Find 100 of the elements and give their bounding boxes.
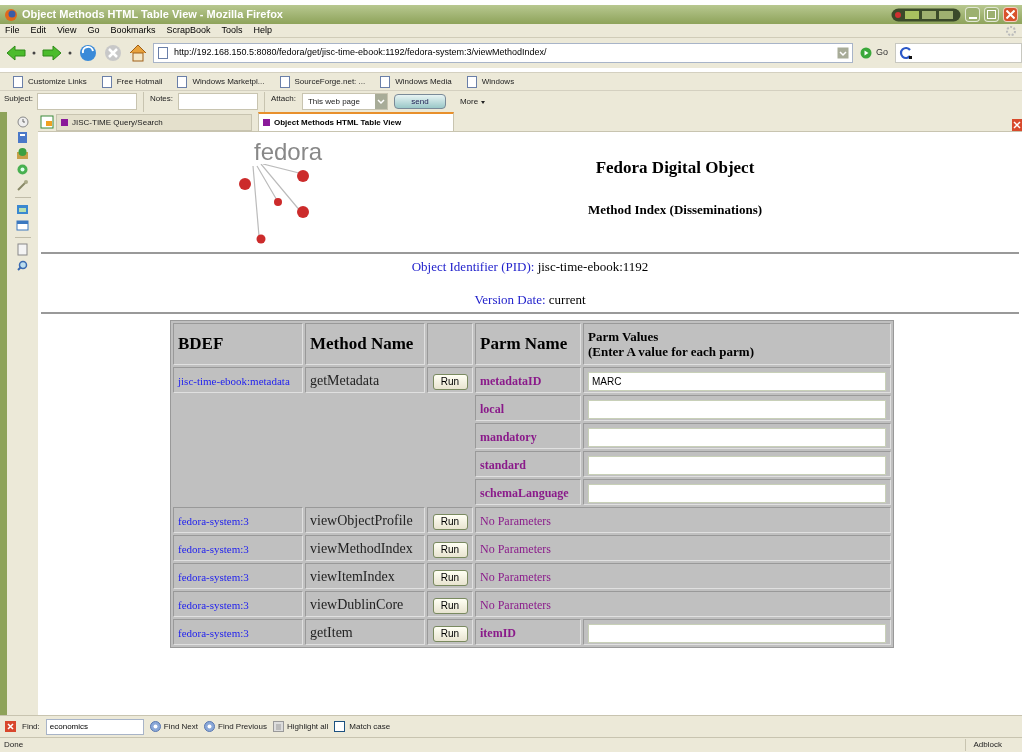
parameter-name: schemaLanguage [480,486,569,500]
menu-item[interactable]: ScrapBook [166,23,211,38]
menu-item[interactable]: File [5,23,20,38]
attach-label: Attach: [271,93,296,105]
find-previous-button[interactable]: Find Previous [204,720,267,733]
notes-field[interactable] [178,93,259,110]
parameter-input[interactable] [588,428,886,447]
bookmark-link[interactable]: Free Hotmail [100,74,163,89]
throbber-icon [1005,24,1017,37]
menu-item[interactable]: Help [253,23,272,38]
window-icon [16,219,29,232]
column-header: Parm Values (Enter A value for each parm) [588,329,754,359]
bookmark-link[interactable]: SourceForge.net: ... [278,74,366,89]
find-label: Find: [22,720,40,733]
run-button[interactable]: Run [432,514,468,530]
subject-label: Subject: [4,93,33,105]
find-next-button[interactable]: Find Next [149,720,199,733]
method-name: getMetadata [310,373,380,388]
run-button[interactable]: Run [432,542,468,558]
send-button[interactable]: send [393,94,446,109]
circle-icon [204,721,216,732]
search-field[interactable] [895,43,1022,63]
page-icon [12,74,24,89]
page-icon [379,74,392,89]
minimize-button[interactable] [965,7,980,22]
page-icon [465,74,478,89]
menu-item[interactable]: Go [87,23,100,38]
window-title: Object Methods HTML Table View - Mozilla Firefox [22,7,284,23]
circle-icon [149,721,161,732]
page-icon [176,74,189,89]
run-button[interactable]: Run [432,598,468,614]
new-tab-icon [40,114,54,129]
notes-label: Notes: [149,93,174,105]
bookmark-link[interactable]: Windows [465,74,515,89]
close-button[interactable] [1003,7,1018,22]
match-case-checkbox[interactable]: Match case [334,720,391,733]
no-parameters-text: No Parameters [480,514,551,528]
adblock-status[interactable]: Adblock [964,739,1010,751]
version-line: Version Date: current [474,291,586,309]
page-icon [157,46,169,60]
clock-icon [16,116,29,128]
page-heading: Fedora Digital Object [595,157,755,179]
method-name: getItem [310,625,353,640]
page-icon [16,243,29,256]
page-subheading: Method Index (Disseminations) [587,200,763,219]
more-button[interactable]: More [459,95,487,108]
bookmark-link[interactable]: Windows Marketpl... [176,74,265,89]
maximize-icon [987,10,996,19]
find-field[interactable]: economics [45,718,144,735]
close-icon[interactable] [5,721,16,732]
address-field[interactable]: http://192.168.150.5:8080/fedora/get/jisc-time-ebook:1192/fedora-system:3/viewMethodIndex/ [153,43,853,63]
no-parameters-text: No Parameters [480,570,551,584]
run-button[interactable]: Run [432,626,468,642]
method-name: viewObjectProfile [310,513,413,528]
menu-item[interactable]: Tools [221,23,243,38]
parameter-input[interactable] [588,400,886,419]
attach-dropdown[interactable]: This web page [301,93,388,110]
square-icon [61,119,68,126]
maximize-button[interactable] [984,7,999,22]
menu-item[interactable]: Bookmarks [110,23,156,38]
close-tab-icon[interactable] [1012,119,1022,131]
column-header: Method Name [310,334,414,354]
reload-icon[interactable] [78,43,98,63]
method-name: viewItemIndex [310,569,395,584]
highlight-all-button[interactable]: Highlight all [272,720,329,733]
subject-field[interactable] [36,93,137,110]
go-button[interactable]: Go [858,46,890,60]
browser-tab[interactable]: JISC-TIME Query/Search [56,114,252,131]
window-icon [16,203,29,216]
dropdown-dot-icon [67,50,73,56]
media-controls-icon [891,7,961,22]
pid-line: Object Identifier (PID): jisc-time-ebook:1192 [411,257,649,276]
menu-item[interactable]: View [57,23,77,38]
stop-icon[interactable] [103,43,123,63]
play-circle-icon [860,47,872,59]
parameter-input[interactable] [588,484,886,503]
browser-tab[interactable]: Object Methods HTML Table View [258,112,454,131]
caret-icon [480,98,487,105]
home-icon[interactable] [128,43,148,63]
page-icon [100,74,113,89]
parameter-input[interactable]: MARC [588,372,886,391]
parameter-input[interactable] [588,456,886,475]
parameter-name: local [480,402,504,416]
column-header: BDEF [178,334,224,354]
box-icon [16,147,29,160]
back-arrow-icon[interactable] [6,44,26,62]
run-button[interactable]: Run [432,374,468,390]
bookmark-link[interactable]: Customize Links [12,74,87,89]
parameter-input[interactable] [588,624,886,643]
status-text: Done [3,739,25,751]
bookmark-link[interactable]: Windows Media [379,74,452,89]
run-button[interactable]: Run [432,570,468,586]
menu-item[interactable]: Edit [30,23,47,38]
dropdown-dot-icon [31,50,37,56]
logo-text: fedora [253,140,323,164]
close-icon [1006,10,1015,19]
forward-arrow-icon[interactable] [42,44,62,62]
magnifier-icon [16,259,29,272]
method-name: viewDublinCore [310,597,404,612]
square-icon [263,119,270,126]
